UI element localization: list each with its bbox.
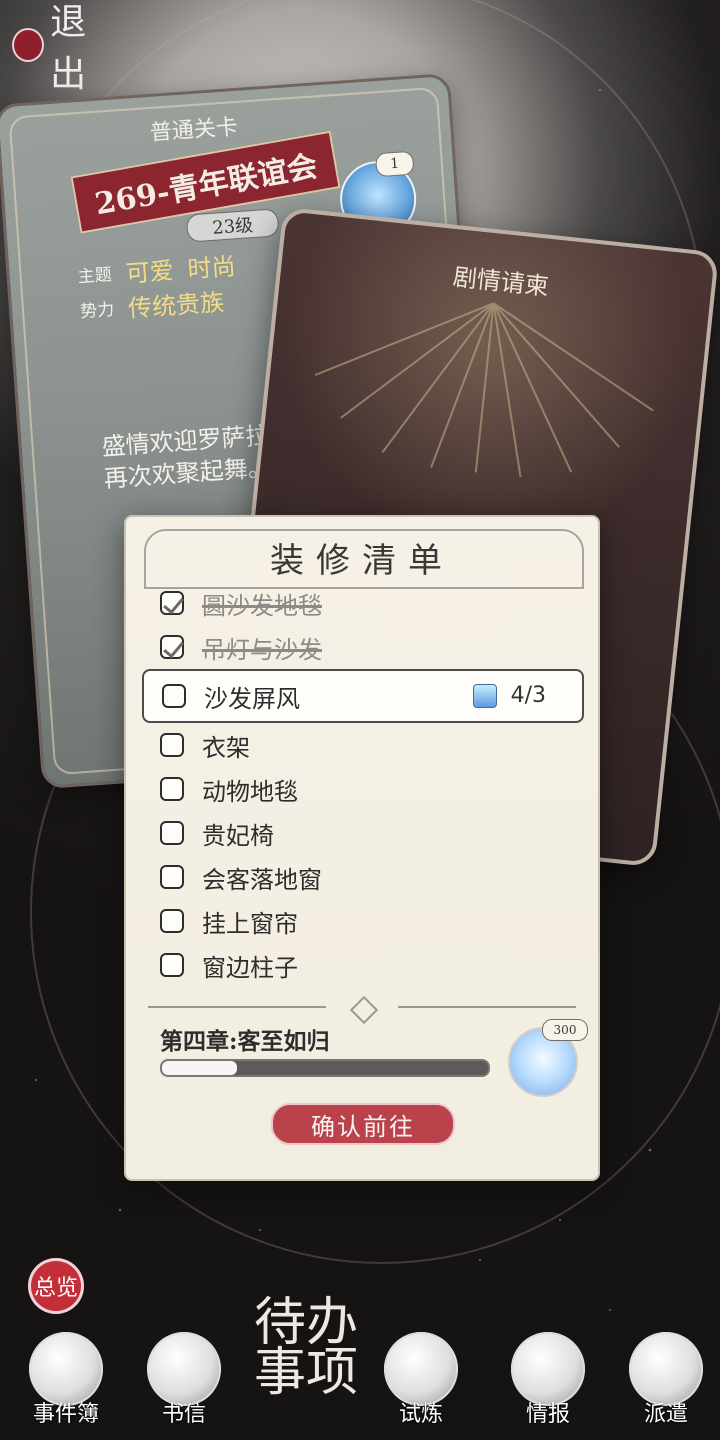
level-badge: 23级 xyxy=(185,208,280,243)
dispatch-icon xyxy=(629,1332,703,1406)
event-book-icon xyxy=(29,1332,103,1406)
checked-checkbox-icon xyxy=(160,635,184,659)
trial-icon xyxy=(384,1332,458,1406)
letter-icon xyxy=(147,1332,221,1406)
chapter-title: 第四章:客至如归 xyxy=(160,1028,330,1055)
crystal-icon xyxy=(472,683,497,708)
exit-icon xyxy=(12,28,45,62)
intel-icon xyxy=(511,1332,585,1406)
list-item[interactable]: 圆沙发地毯 xyxy=(160,581,570,625)
section-divider xyxy=(148,995,576,1025)
checkbox-icon xyxy=(160,733,184,757)
checkbox-icon xyxy=(160,777,184,801)
overview-label: 总览 xyxy=(33,1276,78,1301)
nav-label: 派遣 xyxy=(643,1402,688,1427)
list-item-label: 圆沙发地毯 xyxy=(202,591,322,620)
level-title: 269-青年联谊会 xyxy=(92,148,321,223)
checkbox-icon xyxy=(160,865,184,889)
reward-count: 300 xyxy=(542,1019,588,1041)
faction-label: 势力 xyxy=(79,299,115,323)
nav-item-dispatch[interactable]: 派遣 xyxy=(620,1332,712,1427)
reward-crystal-icon[interactable]: 300 xyxy=(508,1019,588,1097)
item-progress: 4/3 xyxy=(472,683,546,708)
divider-line xyxy=(398,1006,576,1008)
bottom-nav: 事件簿 书信 试炼 情报 派遣 xyxy=(0,1320,720,1440)
exit-button[interactable]: 退出 xyxy=(12,2,122,95)
theme-label: 主题 xyxy=(77,265,113,288)
checked-checkbox-icon xyxy=(160,591,184,615)
list-item[interactable]: 窗边柱子 xyxy=(160,943,570,987)
crystal-count: 1 xyxy=(374,150,415,178)
list-item-label: 动物地毯 xyxy=(202,777,298,806)
list-item-label: 会客落地窗 xyxy=(202,865,322,894)
theme-tag: 时尚 xyxy=(186,252,237,284)
nav-label: 书信 xyxy=(161,1402,206,1427)
list-item-label: 吊灯与沙发 xyxy=(202,635,322,664)
confirm-button-label: 确认前往 xyxy=(311,1112,415,1141)
panel-title: 装修清单 xyxy=(270,541,454,581)
current-list-item[interactable]: 沙发屏风 4/3 xyxy=(142,669,584,723)
list-item-label: 挂上窗帘 xyxy=(202,909,298,938)
faction-tag: 传统贵族 xyxy=(127,288,225,323)
nav-label: 情报 xyxy=(525,1402,570,1427)
divider-ornament-icon xyxy=(349,995,379,1025)
confirm-button[interactable]: 确认前往 xyxy=(271,1103,455,1145)
list-item[interactable]: 动物地毯 xyxy=(160,767,570,811)
checkbox-icon xyxy=(162,684,186,708)
checkbox-icon xyxy=(160,821,184,845)
list-item-label: 窗边柱子 xyxy=(202,953,298,982)
renovation-list: 圆沙发地毯 吊灯与沙发 沙发屏风 4/3 衣架 动物地毯 贵妃椅 会客落地窗 挂… xyxy=(142,581,584,987)
list-item[interactable]: 贵妃椅 xyxy=(160,811,570,855)
list-item[interactable]: 衣架 xyxy=(160,723,570,767)
theme-tag: 可爱 xyxy=(124,256,175,288)
list-item[interactable]: 挂上窗帘 xyxy=(160,899,570,943)
exit-label: 退出 xyxy=(50,2,89,95)
nav-item-letter[interactable]: 书信 xyxy=(138,1332,230,1427)
nav-item-trial[interactable]: 试炼 xyxy=(375,1332,467,1427)
nav-label: 事件簿 xyxy=(32,1402,99,1427)
list-item[interactable]: 会客落地窗 xyxy=(160,855,570,899)
list-item[interactable]: 吊灯与沙发 xyxy=(160,625,570,669)
list-item-label: 衣架 xyxy=(202,733,250,762)
progress-count: 4/3 xyxy=(510,683,546,708)
list-item-label: 贵妃椅 xyxy=(202,821,274,850)
list-item-label: 沙发屏风 xyxy=(204,684,300,713)
checkbox-icon xyxy=(160,953,184,977)
divider-line xyxy=(148,1006,326,1008)
level-type-label: 普通关卡 xyxy=(149,114,239,146)
nav-item-intel[interactable]: 情报 xyxy=(502,1332,594,1427)
renovation-panel: 装修清单 圆沙发地毯 吊灯与沙发 沙发屏风 4/3 衣架 动物地毯 贵妃椅 会客… xyxy=(124,515,600,1181)
nav-item-event-book[interactable]: 事件簿 xyxy=(20,1332,112,1427)
nav-label: 试炼 xyxy=(398,1402,443,1427)
checkbox-icon xyxy=(160,909,184,933)
chapter-progress-fill xyxy=(162,1061,237,1075)
overview-button[interactable]: 总览 xyxy=(28,1258,84,1314)
chapter-progress-bar xyxy=(160,1059,490,1077)
